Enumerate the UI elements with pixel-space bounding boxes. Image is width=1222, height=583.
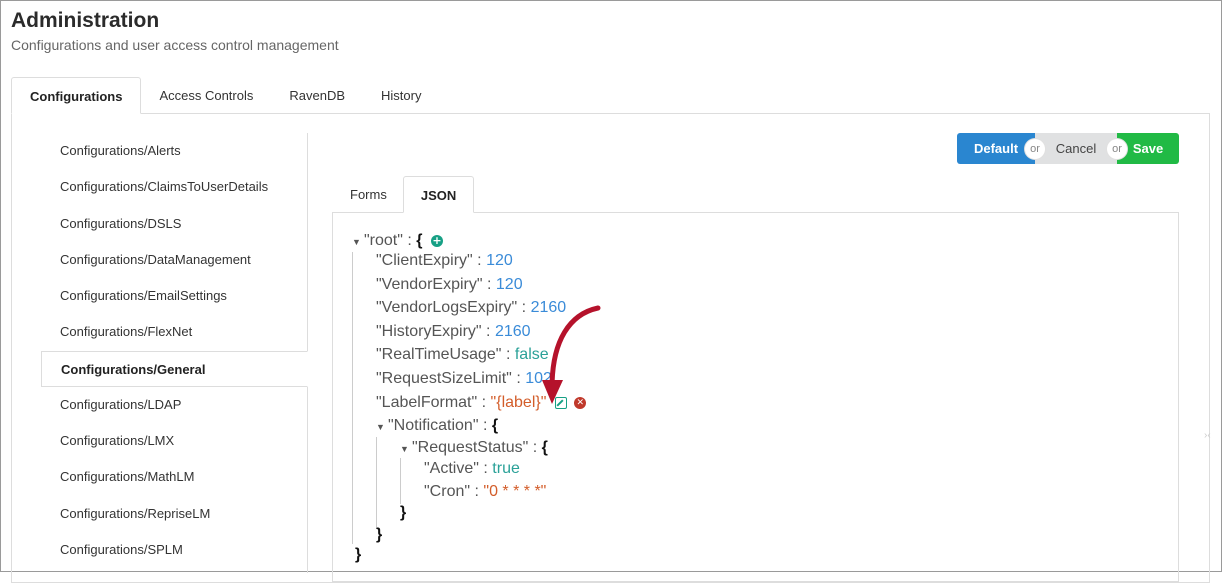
json-separator: : <box>532 439 538 456</box>
json-field-line: "HistoryExpiry" : 2160 <box>376 322 531 342</box>
json-separator: : <box>505 346 511 363</box>
json-key: "root" <box>364 232 403 249</box>
configurations-sidebar: Configurations/Alerts Configurations/Cla… <box>41 133 308 573</box>
json-key: "RequestSizeLimit" <box>376 370 512 387</box>
sidebar-item-splm[interactable]: Configurations/SPLM <box>41 532 307 569</box>
json-separator: : <box>481 394 487 411</box>
json-object-line: ▼ "RequestStatus" : { <box>400 438 548 458</box>
json-separator: : <box>483 460 488 477</box>
or-label: or <box>1025 138 1045 159</box>
default-button[interactable]: Default <box>957 133 1035 164</box>
json-object-line: ▼ "Notification" : { <box>376 416 498 436</box>
json-close-brace: } <box>376 526 383 543</box>
tab-ravendb[interactable]: RavenDB <box>271 77 363 114</box>
json-separator: : <box>474 483 479 500</box>
json-separator: : <box>407 232 412 249</box>
json-close-brace: } <box>400 504 407 521</box>
json-key: "Cron" <box>424 483 471 500</box>
tree-guide-line <box>400 458 401 504</box>
json-field-line: "RequestSizeLimit" : 102 <box>376 369 552 389</box>
main-tabs: Configurations Access Controls RavenDB H… <box>11 77 439 114</box>
json-key: "RealTimeUsage" <box>376 346 502 363</box>
sidebar-item-repriselm[interactable]: Configurations/RepriseLM <box>41 496 307 532</box>
sidebar-item-claims-to-user-details[interactable]: Configurations/ClaimsToUserDetails <box>41 169 307 206</box>
tab-history[interactable]: History <box>363 77 439 114</box>
red-arrow-annotation <box>542 305 601 404</box>
or-label: or <box>1107 138 1127 159</box>
json-key: "HistoryExpiry" <box>376 323 482 340</box>
page-title: Administration <box>11 9 160 32</box>
json-key: "Notification" <box>388 417 479 434</box>
tab-configurations[interactable]: Configurations <box>11 77 142 114</box>
json-separator: : <box>516 370 521 387</box>
json-separator: : <box>477 252 482 269</box>
json-open-brace: { <box>491 417 499 434</box>
tab-json[interactable]: JSON <box>402 176 475 213</box>
sidebar-item-ldap[interactable]: Configurations/LDAP <box>41 387 307 424</box>
collapse-triangle-icon[interactable]: ▼ <box>376 417 388 437</box>
page-subtitle: Configurations and user access control m… <box>11 37 339 53</box>
sidebar-item-general[interactable]: Configurations/General <box>41 350 308 387</box>
json-separator: : <box>486 276 492 293</box>
json-field-line: "Cron" : "0 * * * *" <box>424 482 546 502</box>
tab-forms[interactable]: Forms <box>334 176 403 213</box>
plus-circle-icon[interactable]: + <box>430 234 443 247</box>
sidebar-item-email-settings[interactable]: Configurations/EmailSettings <box>41 278 307 315</box>
json-open-brace: { <box>416 232 423 249</box>
json-field-line: "VendorExpiry" : 120 <box>376 275 523 295</box>
json-value[interactable]: "0 * * * *" <box>483 483 546 500</box>
tree-guide-line <box>376 437 377 527</box>
json-separator: : <box>521 299 527 316</box>
json-close-brace: } <box>355 546 362 563</box>
json-value[interactable]: 120 <box>486 252 513 269</box>
json-key: "LabelFormat" <box>376 394 478 411</box>
editor-tabs: Forms JSON <box>334 176 475 213</box>
tree-guide-line <box>352 252 353 544</box>
json-separator: : <box>482 417 488 434</box>
json-key: "VendorLogsExpiry" <box>376 299 518 316</box>
sidebar-item-data-management[interactable]: Configurations/DataManagement <box>41 242 307 279</box>
json-key: "ClientExpiry" <box>376 252 473 269</box>
sidebar-item-flexnet[interactable]: Configurations/FlexNet <box>41 314 307 351</box>
sidebar-item-lmx[interactable]: Configurations/LMX <box>41 423 307 460</box>
json-key: "Active" <box>424 460 479 477</box>
sidebar-item-dsls[interactable]: Configurations/DSLS <box>41 206 307 242</box>
json-key: "VendorExpiry" <box>376 276 483 293</box>
tab-access-controls[interactable]: Access Controls <box>141 77 271 114</box>
json-close-line: } <box>355 545 361 565</box>
json-separator: : <box>486 323 491 340</box>
json-root-line: ▼ "root" : { + <box>352 231 443 251</box>
json-close-line: } <box>376 525 382 545</box>
side-handle-icon[interactable]: ›‹ <box>1204 430 1222 456</box>
sidebar-item-alerts[interactable]: Configurations/Alerts <box>41 133 307 170</box>
json-field-line: "Active" : true <box>424 459 520 479</box>
collapse-triangle-icon[interactable]: ▼ <box>400 439 412 459</box>
json-value[interactable]: 120 <box>496 276 523 293</box>
action-button-group: Default or Cancel or Save <box>957 133 1179 164</box>
json-value[interactable]: 2160 <box>495 323 531 340</box>
json-field-line: "RealTimeUsage" : false <box>376 345 549 365</box>
json-close-line: } <box>400 503 406 523</box>
json-field-line: "ClientExpiry" : 120 <box>376 251 513 271</box>
json-key: "RequestStatus" <box>412 439 529 456</box>
json-value[interactable]: true <box>492 460 520 477</box>
json-open-brace: { <box>541 439 548 456</box>
cancel-button[interactable]: Cancel <box>1035 133 1117 164</box>
sidebar-item-mathlm[interactable]: Configurations/MathLM <box>41 459 307 496</box>
collapse-triangle-icon[interactable]: ▼ <box>352 232 364 252</box>
